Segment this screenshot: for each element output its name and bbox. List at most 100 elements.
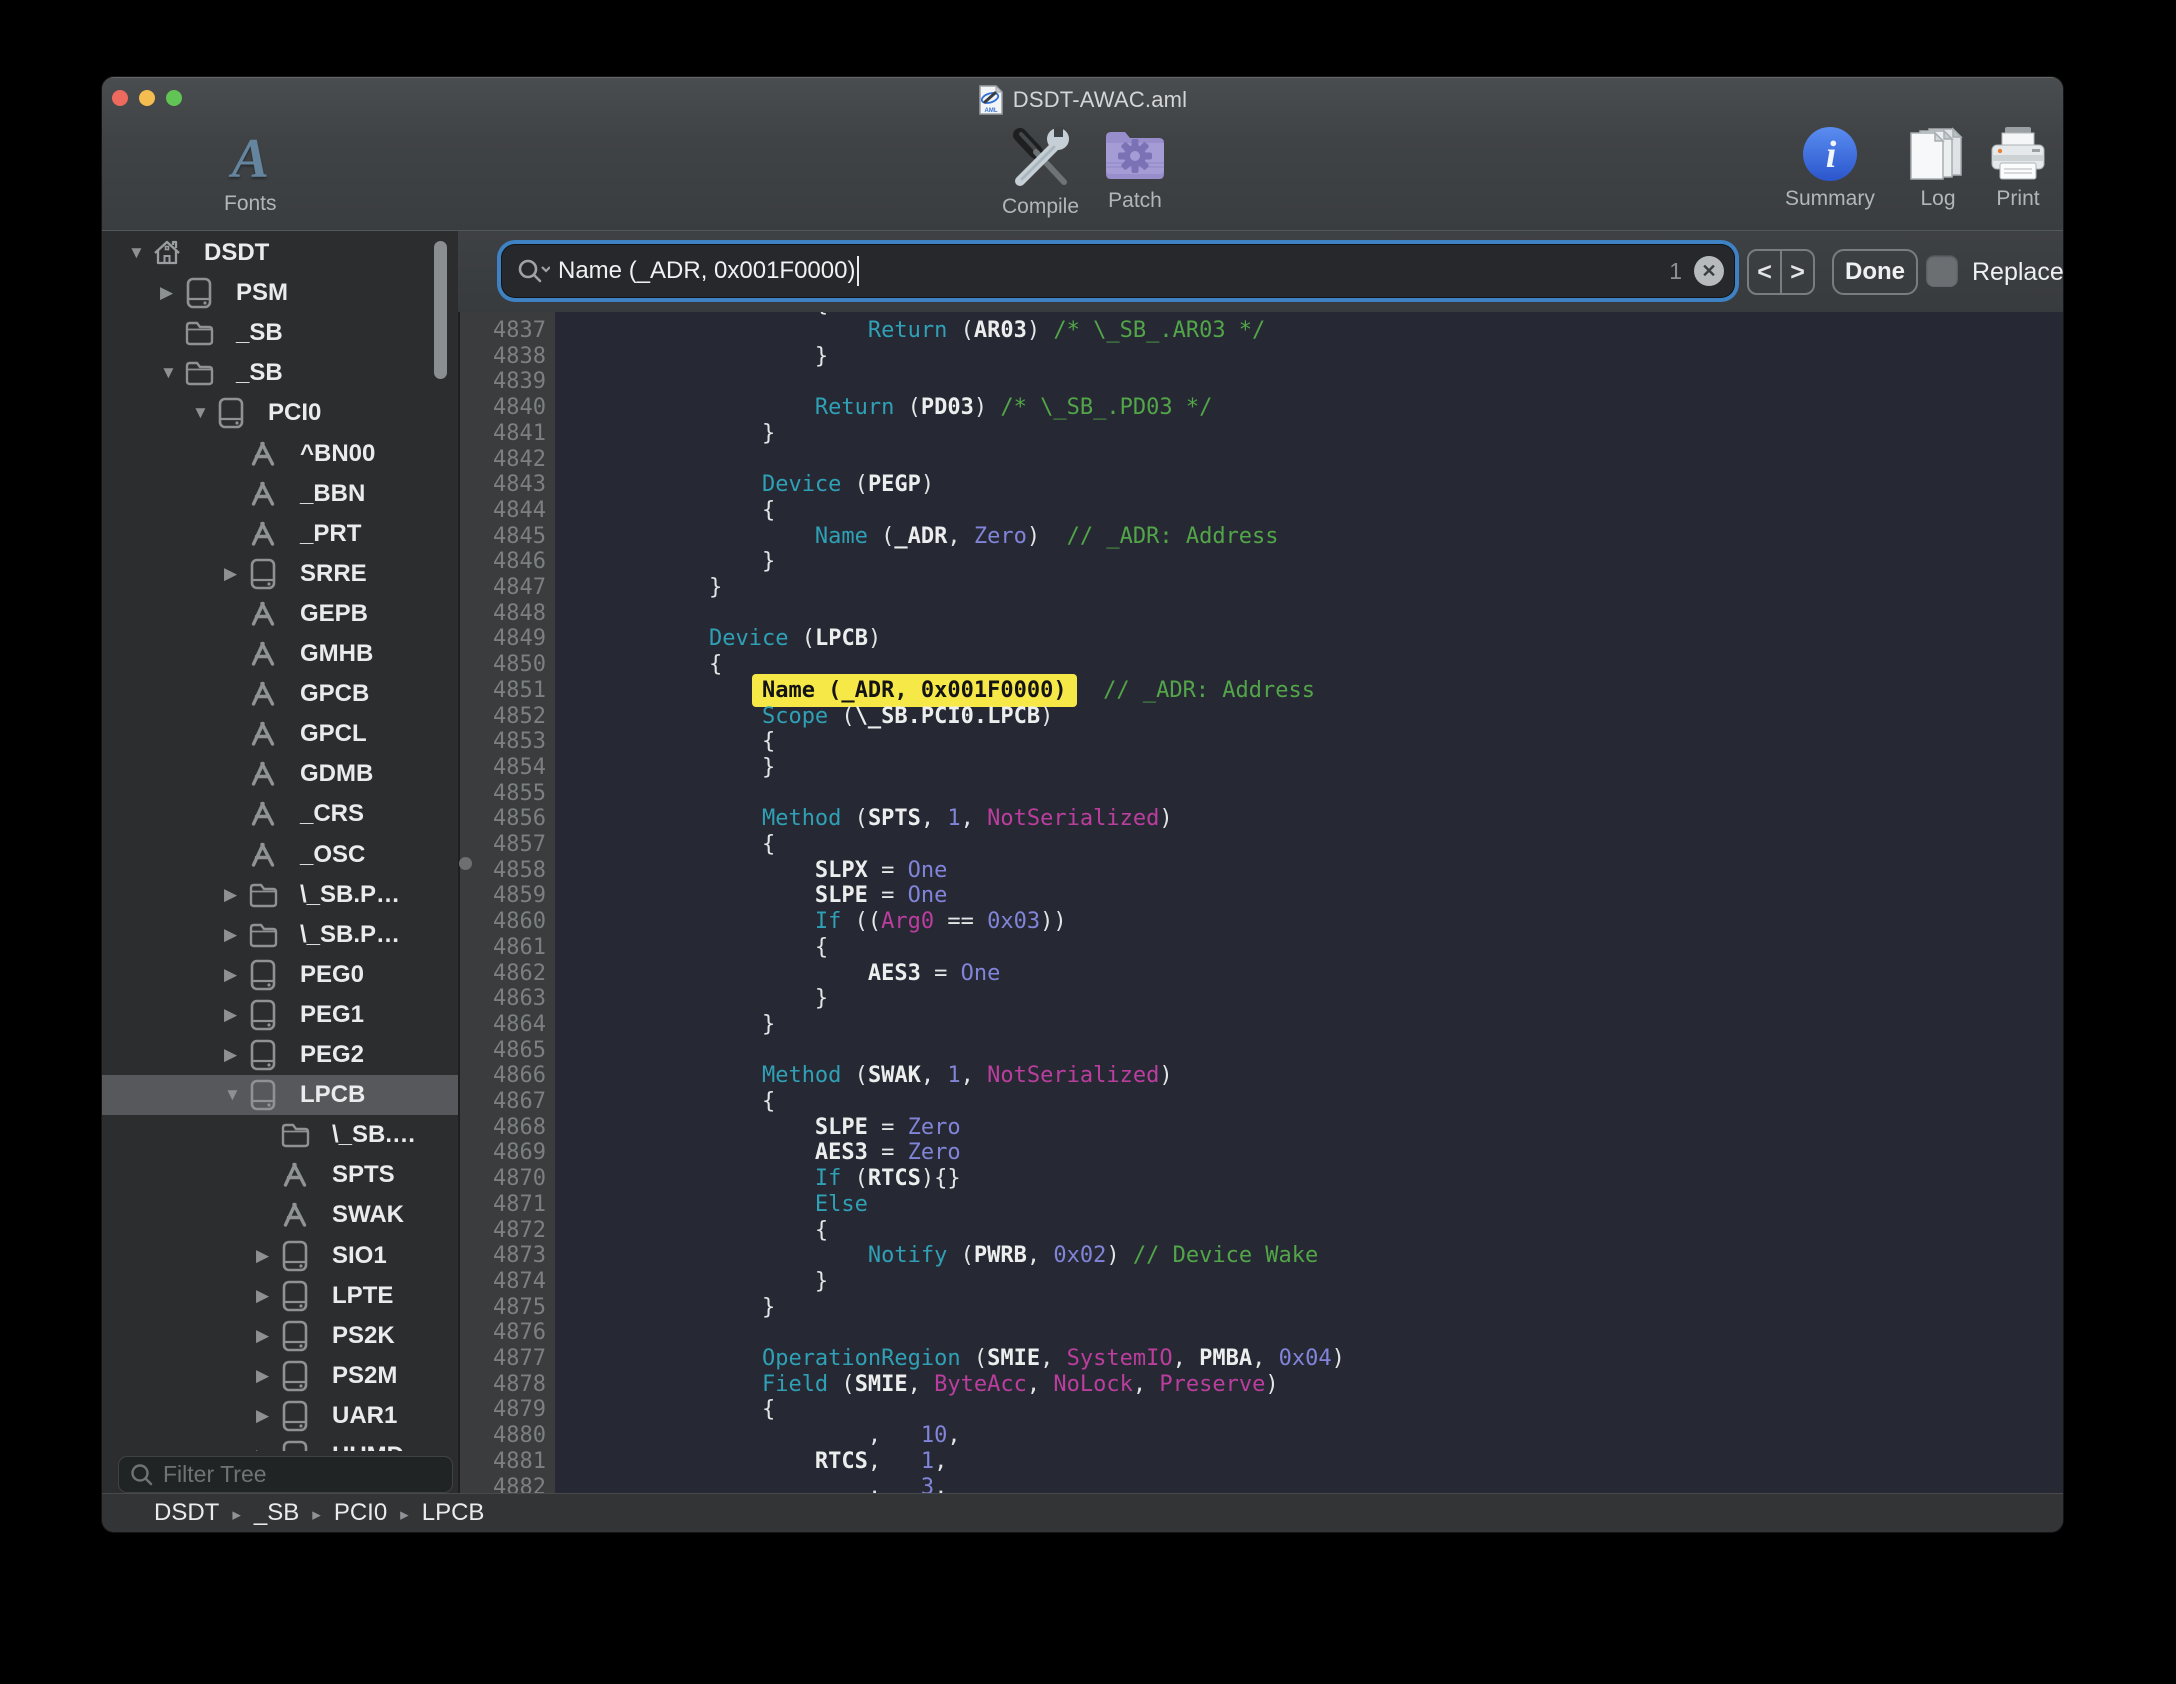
tree-item-osc[interactable]: _OSC <box>102 835 458 875</box>
disclosure-closed-icon[interactable]: ▶ <box>256 1326 280 1346</box>
tree-item-spts[interactable]: SPTS <box>102 1155 458 1195</box>
tree-item-sb[interactable]: ▼_SB <box>102 353 458 393</box>
code-line: Field (SMIE, ByteAcc, NoLock, Preserve) <box>603 1372 2063 1398</box>
tree-item-peg0[interactable]: ▶PEG0 <box>102 955 458 995</box>
tree-item-lpte[interactable]: ▶LPTE <box>102 1276 458 1316</box>
code-line: } <box>603 344 2063 370</box>
tree-item-dsdt[interactable]: ▼ DSDT <box>102 233 458 273</box>
line-number: 4869 <box>458 1140 546 1166</box>
toolbar-compile-button[interactable]: Compile <box>1002 125 1079 219</box>
method-icon <box>280 1199 310 1231</box>
method-icon <box>248 598 278 630</box>
done-button[interactable]: Done <box>1832 249 1918 295</box>
tree-item-crs[interactable]: _CRS <box>102 794 458 834</box>
compile-icon <box>1006 125 1076 191</box>
disclosure-closed-icon[interactable]: ▶ <box>256 1286 280 1306</box>
svg-text:i: i <box>1826 134 1837 176</box>
breadcrumb-item-lpcb[interactable]: LPCB <box>422 1499 485 1526</box>
tree-item-label: DSDT <box>204 239 269 267</box>
tree-item-lpcb[interactable]: ▼LPCB <box>102 1075 458 1115</box>
toolbar-summary-button[interactable]: i Summary <box>1785 125 1875 211</box>
tree-item-bbn[interactable]: _BBN <box>102 474 458 514</box>
tree-item-sb[interactable]: _SB <box>102 313 458 353</box>
code-editor[interactable]: 4836 {4837 Return (AR03) /* \_SB_.AR03 *… <box>458 312 2063 1493</box>
tree-item-label: PS2K <box>332 1322 395 1350</box>
line-number: 4842 <box>458 447 546 473</box>
find-previous-button[interactable]: < <box>1749 251 1782 293</box>
disclosure-closed-icon[interactable]: ▶ <box>160 283 184 303</box>
disclosure-open-icon[interactable]: ▼ <box>192 403 216 423</box>
tree-item-swak[interactable]: SWAK <box>102 1195 458 1235</box>
split-handle[interactable] <box>459 857 472 870</box>
tree-item-label: PSM <box>236 279 288 307</box>
tree-item-prt[interactable]: _PRT <box>102 514 458 554</box>
breadcrumb-item-dsdt[interactable]: DSDT <box>154 1499 219 1526</box>
tree-item-ps2m[interactable]: ▶PS2M <box>102 1356 458 1396</box>
clear-search-icon[interactable]: ✕ <box>1694 256 1724 286</box>
toolbar-log-button[interactable]: Log <box>1907 125 1969 211</box>
tree-item-sbp[interactable]: ▶ \_SB.P… <box>102 875 458 915</box>
line-number: 4837 <box>458 318 546 344</box>
breadcrumb-item-pci0[interactable]: PCI0 <box>334 1499 387 1526</box>
tree-item-peg2[interactable]: ▶ PEG2 <box>102 1035 458 1075</box>
disclosure-closed-icon[interactable]: ▶ <box>256 1246 280 1266</box>
replace-checkbox[interactable] <box>1926 255 1958 287</box>
tree-item-gmhb[interactable]: GMHB <box>102 634 458 674</box>
tree-item-sio1[interactable]: ▶SIO1 <box>102 1236 458 1276</box>
line-number: 4880 <box>458 1423 546 1449</box>
tree-item-gdmb[interactable]: GDMB <box>102 754 458 794</box>
disclosure-closed-icon[interactable]: ▶ <box>224 1005 248 1025</box>
line-number: 4867 <box>458 1089 546 1115</box>
tree-item-gpcl[interactable]: GPCL <box>102 714 458 754</box>
tree-item-ps2k[interactable]: ▶ PS2K <box>102 1316 458 1356</box>
device-icon <box>248 999 278 1031</box>
tree-item-uar1[interactable]: ▶UAR1 <box>102 1396 458 1436</box>
line-number: 4862 <box>458 961 546 987</box>
tree-item-sb[interactable]: \_SB.… <box>102 1115 458 1155</box>
line-number: 4877 <box>458 1346 546 1372</box>
tree-item-pci0[interactable]: ▼PCI0 <box>102 393 458 433</box>
sidebar-scrollbar[interactable] <box>434 241 447 379</box>
disclosure-closed-icon[interactable]: ▶ <box>256 1406 280 1426</box>
breadcrumb-item-sb[interactable]: _SB <box>254 1499 299 1526</box>
tree-item-bn00[interactable]: ^BN00 <box>102 434 458 474</box>
tree-item-gpcb[interactable]: GPCB <box>102 674 458 714</box>
toolbar-fonts-button[interactable]: A Fonts <box>224 130 277 216</box>
toolbar-patch-button[interactable]: Patch <box>1102 127 1168 213</box>
disclosure-closed-icon[interactable]: ▶ <box>224 925 248 945</box>
find-next-button[interactable]: > <box>1782 251 1813 293</box>
disclosure-closed-icon[interactable]: ▶ <box>224 965 248 985</box>
tree-item-peg1[interactable]: ▶PEG1 <box>102 995 458 1035</box>
tree-item-label: \_SB.P… <box>300 881 400 909</box>
tree-item-psm[interactable]: ▶ PSM <box>102 273 458 313</box>
disclosure-open-icon[interactable]: ▼ <box>128 243 152 263</box>
sidebar: ▼DSDT▶PSM_SB▼_SB▼PCI0^BN00_BBN_PRT▶SRREG… <box>102 230 458 1493</box>
search-icon[interactable] <box>516 257 550 285</box>
code-line <box>603 1320 2063 1346</box>
disclosure-closed-icon[interactable]: ▶ <box>224 885 248 905</box>
search-input[interactable]: Name (_ADR, 0x001F0000) 1 ✕ <box>502 245 1734 297</box>
code-line: If ((Arg0 == 0x03)) <box>603 909 2063 935</box>
tree-item-gepb[interactable]: GEPB <box>102 594 458 634</box>
line-number: 4864 <box>458 1012 546 1038</box>
disclosure-closed-icon[interactable]: ▶ <box>256 1446 280 1451</box>
method-icon <box>248 758 278 790</box>
breadcrumb: DSDT▸_SB▸PCI0▸LPCB <box>154 1499 484 1527</box>
filter-tree-input[interactable]: Filter Tree <box>118 1456 453 1493</box>
disclosure-closed-icon[interactable]: ▶ <box>256 1366 280 1386</box>
disclosure-open-icon[interactable]: ▼ <box>224 1085 248 1105</box>
tree-item-label: GDMB <box>300 760 373 788</box>
disclosure-closed-icon[interactable]: ▶ <box>224 564 248 584</box>
method-icon <box>248 839 278 871</box>
code-line <box>603 447 2063 473</box>
device-icon <box>248 1079 278 1111</box>
tree-item-label: _CRS <box>300 800 364 828</box>
tree-item-sbp[interactable]: ▶\_SB.P… <box>102 915 458 955</box>
disclosure-open-icon[interactable]: ▼ <box>160 363 184 383</box>
tree-item-srre[interactable]: ▶SRRE <box>102 554 458 594</box>
tree-item-humd[interactable]: ▶HUMD <box>102 1436 458 1451</box>
disclosure-closed-icon[interactable]: ▶ <box>224 1045 248 1065</box>
device-icon <box>248 1039 278 1071</box>
toolbar-print-button[interactable]: Print <box>1988 125 2048 211</box>
tree-item-label: PEG2 <box>300 1041 364 1069</box>
